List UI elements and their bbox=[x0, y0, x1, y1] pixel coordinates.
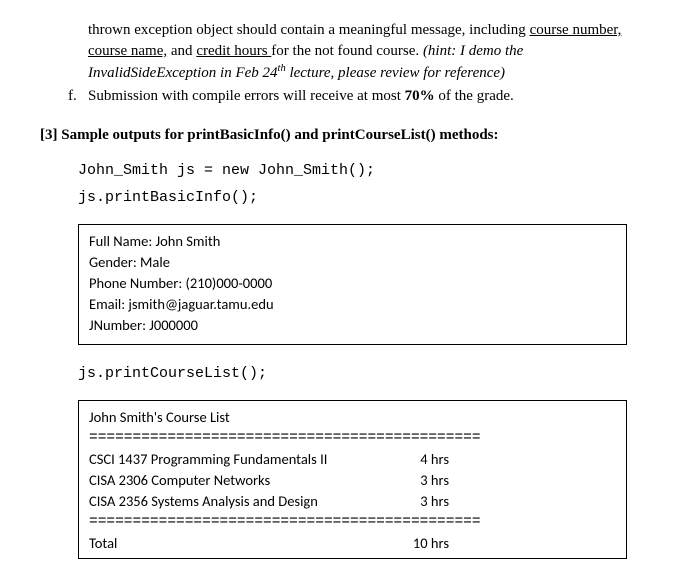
course-hours: 3 hrs bbox=[399, 491, 449, 512]
list-marker: f. bbox=[68, 86, 88, 107]
divider-line: ========================================… bbox=[89, 512, 616, 533]
divider-line: ========================================… bbox=[89, 428, 616, 449]
course-name: CISA 2356 Systems Analysis and Design bbox=[89, 491, 399, 512]
total-hours: 10 hrs bbox=[399, 533, 449, 554]
course-name: CSCI 1437 Programming Fundamentals II bbox=[89, 449, 399, 470]
course-hours: 3 hrs bbox=[399, 470, 449, 491]
text: thrown exception object should contain a… bbox=[88, 22, 530, 38]
output-line: Full Name: John Smith bbox=[89, 231, 616, 252]
text: Submission with compile errors will rece… bbox=[88, 88, 405, 104]
section-3-heading: [3] Sample outputs for printBasicInfo() … bbox=[40, 125, 647, 146]
bold-text: 70% bbox=[405, 88, 435, 104]
text: of the grade. bbox=[435, 88, 514, 104]
course-row: CISA 2306 Computer Networks 3 hrs bbox=[89, 470, 616, 491]
code-line: js.printCourseList(); bbox=[78, 363, 647, 384]
output-line: JNumber: J000000 bbox=[89, 315, 616, 336]
output-box-basicinfo: Full Name: John Smith Gender: Male Phone… bbox=[78, 224, 627, 345]
text: for the not found course. bbox=[271, 43, 423, 59]
courselist-title: John Smith's Course List bbox=[89, 407, 616, 428]
text: and bbox=[167, 43, 196, 59]
underlined-text: course name, bbox=[88, 43, 167, 59]
course-name: CISA 2306 Computer Networks bbox=[89, 470, 399, 491]
output-line: Phone Number: (210)000-0000 bbox=[89, 273, 616, 294]
output-line: Email: jsmith@jaguar.tamu.edu bbox=[89, 294, 616, 315]
underlined-text: course number, bbox=[530, 22, 622, 38]
course-hours: 4 hrs bbox=[399, 449, 449, 470]
list-item-f: f. Submission with compile errors will r… bbox=[68, 86, 647, 107]
superscript: th bbox=[278, 63, 286, 74]
code-line: js.printBasicInfo(); bbox=[78, 187, 647, 208]
total-label: Total bbox=[89, 533, 399, 554]
hint-text: lecture, please review for reference) bbox=[286, 65, 505, 81]
course-row: CISA 2356 Systems Analysis and Design 3 … bbox=[89, 491, 616, 512]
output-box-courselist: John Smith's Course List ===============… bbox=[78, 400, 627, 559]
output-line: Gender: Male bbox=[89, 252, 616, 273]
course-row: CSCI 1437 Programming Fundamentals II 4 … bbox=[89, 449, 616, 470]
code-line: John_Smith js = new John_Smith(); bbox=[78, 160, 647, 181]
list-item-continuation: thrown exception object should contain a… bbox=[68, 20, 647, 84]
total-row: Total 10 hrs bbox=[89, 533, 616, 554]
underlined-text: credit hours bbox=[196, 43, 271, 59]
